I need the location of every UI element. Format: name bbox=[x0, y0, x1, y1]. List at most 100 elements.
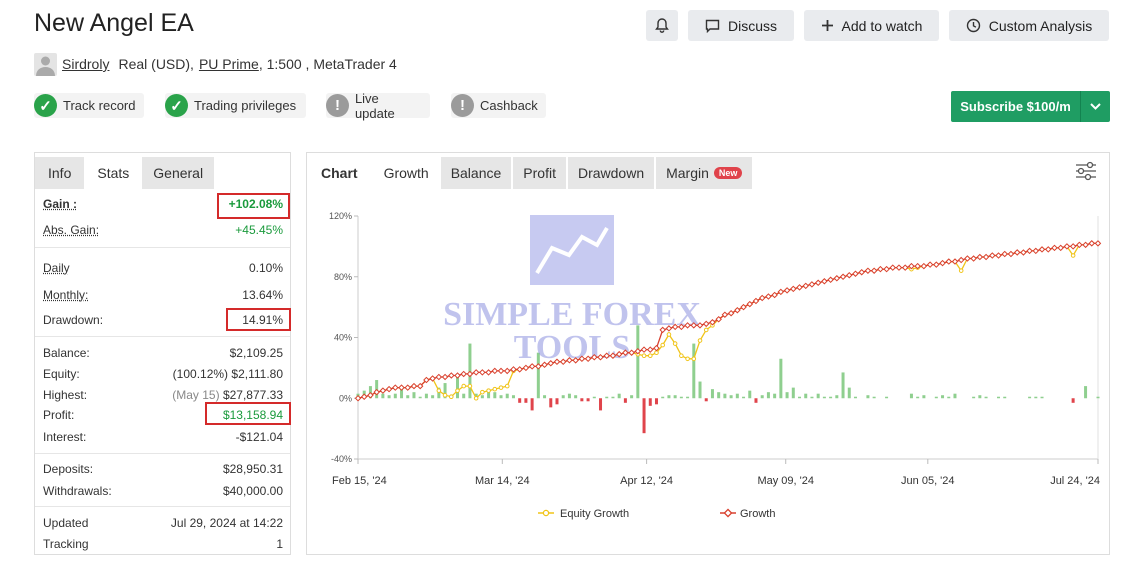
y-tick-label: 120% bbox=[329, 211, 352, 221]
growth-point bbox=[833, 275, 841, 282]
growth-point bbox=[1026, 247, 1033, 255]
bar-negative bbox=[518, 398, 522, 403]
bar-positive bbox=[686, 396, 690, 399]
badge-live-update[interactable]: ! Live update bbox=[326, 90, 430, 121]
growth-point bbox=[734, 306, 741, 314]
growth-point bbox=[646, 346, 654, 353]
equity-value: $2,111.80 bbox=[231, 367, 283, 381]
growth-point bbox=[995, 252, 1002, 259]
growth-point bbox=[752, 297, 760, 305]
growth-point bbox=[771, 291, 778, 299]
bar-positive bbox=[1040, 396, 1044, 399]
bar-positive bbox=[748, 390, 752, 399]
tab-stats[interactable]: Stats bbox=[86, 157, 141, 189]
equity-point bbox=[703, 327, 709, 333]
bar-negative bbox=[549, 398, 553, 408]
bar-positive bbox=[381, 393, 385, 399]
add-to-watch-button[interactable]: Add to watch bbox=[804, 10, 939, 41]
growth-point bbox=[982, 253, 990, 261]
equity-point bbox=[486, 388, 491, 393]
growth-point bbox=[976, 253, 984, 261]
bar-positive bbox=[735, 393, 739, 399]
growth-point bbox=[1013, 249, 1021, 256]
bar-positive bbox=[773, 393, 777, 399]
growth-point bbox=[877, 265, 884, 273]
bar-positive bbox=[567, 393, 571, 399]
tab-info[interactable]: Info bbox=[35, 157, 85, 189]
bar-positive bbox=[922, 395, 926, 399]
growth-point bbox=[901, 264, 909, 271]
badge-label: Cashback bbox=[480, 98, 538, 113]
bar-positive bbox=[791, 387, 795, 399]
bar-positive bbox=[462, 393, 466, 399]
bar-negative bbox=[1071, 398, 1075, 403]
badge-trading-privileges[interactable]: ✓ Trading privileges bbox=[165, 93, 306, 118]
bar-negative bbox=[704, 398, 708, 402]
add-to-watch-label: Add to watch bbox=[841, 17, 923, 34]
bar-positive bbox=[941, 395, 945, 399]
growth-point bbox=[1007, 250, 1015, 258]
equity-point bbox=[958, 268, 964, 273]
equity-point bbox=[455, 388, 460, 393]
subscribe-label: Subscribe $100/m bbox=[960, 99, 1071, 114]
y-tick-label: -40% bbox=[331, 454, 352, 464]
tab-general[interactable]: General bbox=[142, 157, 215, 189]
check-icon: ✓ bbox=[34, 94, 57, 117]
badge-cashback[interactable]: ! Cashback bbox=[451, 93, 546, 118]
user-link[interactable]: Sirdroly bbox=[62, 56, 109, 72]
bar-positive bbox=[847, 387, 851, 399]
bar-positive bbox=[947, 396, 951, 399]
badge-track-record[interactable]: ✓ Track record bbox=[34, 93, 144, 118]
stat-daily: Daily 0.10% bbox=[43, 261, 283, 275]
growth-point bbox=[814, 279, 822, 287]
clock-icon bbox=[966, 18, 980, 33]
broker-link[interactable]: PU Prime bbox=[199, 56, 259, 72]
growth-point bbox=[1038, 246, 1046, 253]
growth-point bbox=[466, 370, 474, 378]
account-details: , 1:500 , MetaTrader 4 bbox=[258, 56, 397, 72]
highest-value: $27,877.33 bbox=[222, 388, 283, 402]
growth-point bbox=[1001, 250, 1008, 258]
growth-point bbox=[702, 320, 710, 328]
bar-positive bbox=[853, 396, 857, 399]
bar-positive bbox=[592, 396, 596, 399]
subscribe-button[interactable]: Subscribe $100/m bbox=[951, 91, 1110, 122]
bar-positive bbox=[617, 393, 621, 399]
growth-point bbox=[472, 369, 480, 376]
bar-positive bbox=[978, 395, 982, 399]
equity-point bbox=[461, 383, 467, 389]
bar-negative bbox=[586, 398, 590, 402]
stats-tabs: Info Stats General bbox=[35, 157, 216, 189]
check-icon: ✓ bbox=[165, 94, 188, 117]
legend-growth[interactable]: Growth bbox=[720, 508, 775, 520]
equity-pct: (100.12%) bbox=[172, 367, 229, 381]
bar-positive bbox=[866, 395, 870, 399]
growth-point bbox=[740, 303, 747, 311]
discuss-button[interactable]: Discuss bbox=[688, 10, 794, 41]
bar-positive bbox=[667, 395, 671, 399]
growth-point bbox=[777, 288, 785, 296]
growth-point bbox=[367, 391, 374, 399]
custom-analysis-label: Custom Analysis bbox=[988, 17, 1093, 34]
bar-positive bbox=[393, 393, 397, 399]
equity-point bbox=[697, 338, 703, 343]
equity-point bbox=[1070, 253, 1076, 258]
bar-positive bbox=[816, 393, 820, 399]
bar-positive bbox=[717, 392, 721, 399]
custom-analysis-button[interactable]: Custom Analysis bbox=[949, 10, 1109, 41]
notifications-button[interactable] bbox=[646, 10, 678, 41]
bar-negative bbox=[524, 398, 528, 403]
bar-positive bbox=[841, 372, 845, 399]
badge-label: Live update bbox=[354, 90, 395, 121]
bar-positive bbox=[972, 396, 976, 399]
avatar bbox=[34, 52, 57, 76]
legend-equity-growth[interactable]: Equity Growth bbox=[538, 508, 629, 520]
bar-positive bbox=[1028, 396, 1032, 399]
equity-point bbox=[480, 389, 485, 395]
x-tick-label: May 09, '24 bbox=[757, 475, 814, 487]
growth-point bbox=[491, 367, 499, 375]
bar-negative bbox=[642, 398, 646, 434]
bar-positive bbox=[493, 392, 497, 399]
stat-updated: Updated Jul 29, 2024 at 14:22 bbox=[43, 516, 283, 530]
subscribe-dropdown[interactable] bbox=[1080, 91, 1110, 122]
